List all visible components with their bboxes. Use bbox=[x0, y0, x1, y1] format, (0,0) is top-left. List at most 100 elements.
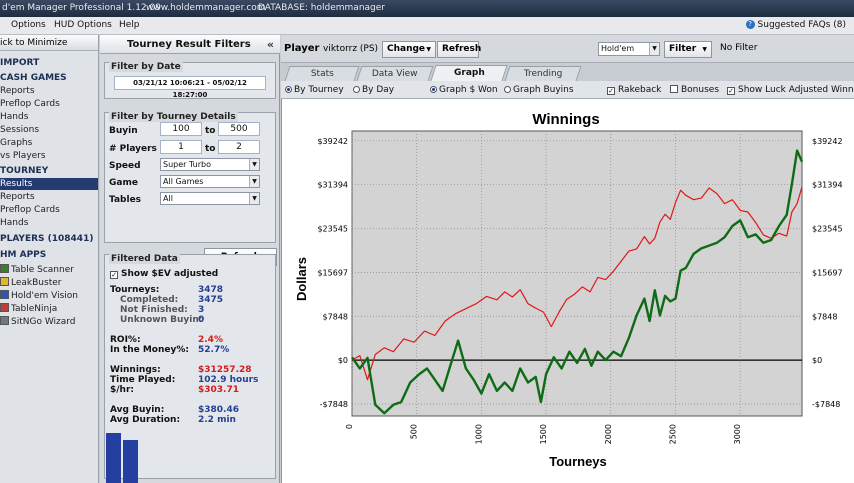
y-tick-label: $15697 bbox=[317, 268, 348, 277]
dollars-per-hour-label: $/hr: bbox=[110, 385, 134, 395]
tables-select[interactable]: All ▼ bbox=[160, 192, 260, 205]
completed-label: Completed: bbox=[120, 295, 179, 305]
title-bar: d'em Manager Professional 1.12.09 www.ho… bbox=[0, 0, 854, 17]
app-leakbuster[interactable]: LeakBuster bbox=[0, 277, 61, 288]
app-table-scanner[interactable]: Table Scanner bbox=[0, 264, 74, 275]
player-refresh-button[interactable]: Refresh bbox=[437, 41, 481, 58]
filtered-data-title: Filtered Data bbox=[109, 254, 180, 264]
x-tick-label: 2000 bbox=[604, 424, 613, 444]
players-max-input[interactable]: 2 bbox=[218, 140, 260, 154]
nav-tourney-reports[interactable]: Reports bbox=[0, 192, 35, 202]
player-bar: Player viktorrz (PS) Change ▼ Refresh Hol… bbox=[281, 35, 854, 63]
speed-select[interactable]: Super Turbo ▼ bbox=[160, 158, 260, 171]
avg-duration-label: Avg Duration: bbox=[110, 415, 181, 425]
by-day-radio[interactable]: By Day bbox=[353, 85, 394, 95]
chevron-down-icon: ▼ bbox=[426, 46, 431, 53]
not-finished-value: 3 bbox=[198, 305, 205, 315]
graph-won-radio[interactable]: Graph $ Won bbox=[430, 85, 498, 95]
y-tick-label: $0 bbox=[338, 356, 348, 365]
speed-value: Super Turbo bbox=[163, 160, 211, 169]
tab-trending[interactable]: Trending bbox=[504, 66, 582, 81]
checkbox-checked-icon: ✓ bbox=[607, 87, 615, 95]
game-type-select[interactable]: Hold'em ▼ bbox=[598, 42, 660, 56]
change-player-button[interactable]: Change ▼ bbox=[382, 41, 436, 58]
filter-by-date-group: Filter by Date 03/21/12 10:06:21 - 05/02… bbox=[104, 62, 276, 99]
buyin-max-input[interactable]: 500 bbox=[218, 122, 260, 136]
y-tick-label-right: -$7848 bbox=[812, 400, 840, 409]
nav-import[interactable]: IMPORT bbox=[0, 58, 39, 68]
nav-cash-reports[interactable]: Reports bbox=[0, 86, 35, 96]
to-label: to bbox=[205, 144, 216, 154]
tab-label: Data View bbox=[371, 69, 418, 79]
graph-buyins-label: Graph Buyins bbox=[513, 85, 574, 95]
rakeback-label: Rakeback bbox=[618, 85, 662, 95]
y-tick-label-right: $7848 bbox=[812, 312, 837, 321]
checkbox-icon bbox=[670, 85, 678, 93]
nav-tourney-preflop[interactable]: Preflop Cards bbox=[0, 205, 60, 215]
nav-cash-sessions[interactable]: Sessions bbox=[0, 125, 39, 135]
menu-options[interactable]: Options bbox=[11, 20, 46, 30]
graph-buyins-radio[interactable]: Graph Buyins bbox=[504, 85, 574, 95]
x-tick-label: 500 bbox=[410, 424, 419, 439]
y-axis-label: Dollars bbox=[294, 257, 309, 301]
players-min-input[interactable]: 1 bbox=[160, 140, 202, 154]
luck-adjusted-checkbox[interactable]: ✓ Show Luck Adjusted Winnin bbox=[727, 85, 854, 95]
game-value: All Games bbox=[163, 177, 204, 186]
game-select[interactable]: All Games ▼ bbox=[160, 175, 260, 188]
y-tick-label-right: $15697 bbox=[812, 268, 843, 277]
menu-hud-options[interactable]: HUD Options bbox=[54, 20, 112, 30]
database-label: DATABASE: holdemmanager bbox=[258, 3, 385, 13]
game-label: Game bbox=[109, 178, 138, 188]
buyin-min-input[interactable]: 100 bbox=[160, 122, 202, 136]
nav-cash-games[interactable]: CASH GAMES bbox=[0, 73, 67, 83]
app-tableninja[interactable]: TableNinja bbox=[0, 303, 57, 314]
nav-tourney[interactable]: TOURNEY bbox=[0, 166, 48, 176]
tourneys-value: 3478 bbox=[198, 285, 224, 295]
winnings-value: $31257.28 bbox=[198, 365, 252, 375]
show-ev-checkbox[interactable]: ✓ Show $EV adjusted bbox=[110, 269, 218, 279]
radio-selected-icon bbox=[430, 86, 437, 93]
nav-cash-graphs[interactable]: Graphs bbox=[0, 138, 32, 148]
radio-icon bbox=[504, 86, 511, 93]
nav-hm-apps: HM APPS bbox=[0, 250, 47, 260]
suggested-faqs-link[interactable]: ? Suggested FAQs (8) bbox=[745, 20, 846, 30]
mini-bar bbox=[106, 433, 121, 483]
game-type-value: Hold'em bbox=[601, 44, 635, 53]
nav-tourney-results[interactable]: Results bbox=[0, 179, 33, 189]
minimize-bar[interactable]: ick to Minimize bbox=[0, 35, 98, 51]
tab-stats[interactable]: Stats bbox=[284, 66, 360, 81]
app-label: LeakBuster bbox=[11, 278, 62, 288]
tab-label: Graph bbox=[453, 68, 485, 78]
tourneys-label: Tourneys: bbox=[110, 285, 160, 295]
filter-button[interactable]: Filter ▼ bbox=[664, 41, 712, 58]
nav-cash-hands[interactable]: Hands bbox=[0, 112, 28, 122]
table-scanner-icon bbox=[0, 264, 9, 273]
x-axis-label: Tourneys bbox=[549, 454, 607, 469]
nav-tourney-hands[interactable]: Hands bbox=[0, 218, 28, 228]
app-label: Table Scanner bbox=[11, 265, 74, 275]
website-link[interactable]: www.holdemmanager.com bbox=[146, 3, 266, 13]
tab-data-view[interactable]: Data View bbox=[356, 66, 434, 81]
app-holdem-vision[interactable]: Hold'em Vision bbox=[0, 290, 78, 301]
suggested-faqs-label: Suggested FAQs (8) bbox=[757, 20, 846, 30]
by-tourney-radio[interactable]: By Tourney bbox=[285, 85, 344, 95]
app-sitngo-wizard[interactable]: SitNGo Wizard bbox=[0, 316, 76, 327]
y-tick-label: $39242 bbox=[317, 137, 348, 146]
by-day-label: By Day bbox=[362, 85, 395, 95]
nav-players[interactable]: PLAYERS (108441) bbox=[0, 234, 93, 244]
collapse-panel-icon[interactable]: « bbox=[267, 38, 274, 51]
left-nav: ick to Minimize IMPORT CASH GAMES Report… bbox=[0, 35, 99, 483]
luck-adjusted-label: Show Luck Adjusted Winnin bbox=[738, 85, 854, 95]
nav-cash-vs-players[interactable]: vs Players bbox=[0, 151, 46, 161]
chevron-down-icon: ▼ bbox=[249, 159, 259, 170]
bonuses-checkbox[interactable]: Bonuses bbox=[670, 85, 719, 95]
tab-graph[interactable]: Graph bbox=[430, 65, 508, 81]
completed-value: 3475 bbox=[198, 295, 224, 305]
checkbox-checked-icon: ✓ bbox=[110, 271, 118, 279]
date-range-field[interactable]: 03/21/12 10:06:21 - 05/02/12 18:27:00 bbox=[114, 76, 266, 99]
menu-help[interactable]: Help bbox=[119, 20, 140, 30]
nav-cash-preflop[interactable]: Preflop Cards bbox=[0, 99, 60, 109]
rakeback-checkbox[interactable]: ✓ Rakeback bbox=[607, 85, 661, 95]
filter-by-date-title: Filter by Date bbox=[109, 62, 183, 72]
app-label: Hold'em Vision bbox=[11, 291, 78, 301]
